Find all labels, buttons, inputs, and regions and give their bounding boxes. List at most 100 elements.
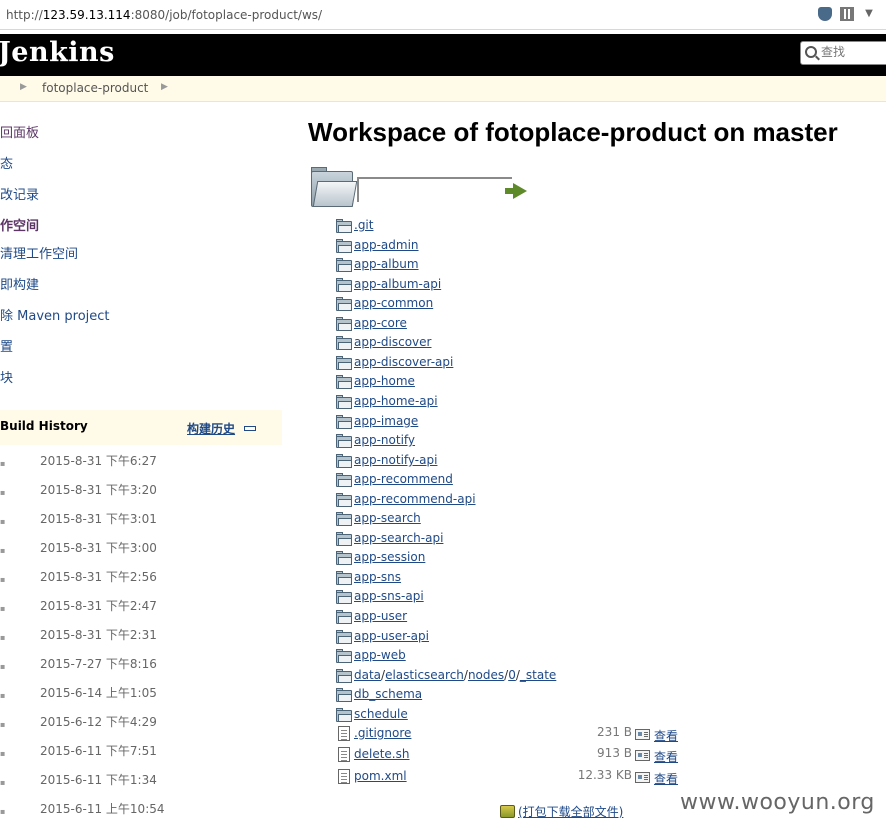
path-segment-link[interactable]: data [354,668,381,682]
build-date[interactable]: 2015-8-31 下午2:31 [40,626,157,643]
breadcrumb-arrow-icon[interactable]: ▶ [161,82,168,92]
build-history-row[interactable]: ▪ 2015-8-31 下午2:31 [0,624,282,644]
folder-link[interactable]: app-home-api [354,394,438,408]
breadcrumb-arrow-icon[interactable]: ▶ [20,82,27,92]
folder-link[interactable]: app-notify [354,433,415,447]
folder-icon [336,708,352,722]
sidebar-task[interactable]: 改记录 [0,184,39,204]
build-date[interactable]: 2015-8-31 下午6:27 [40,452,157,469]
folder-link[interactable]: app-user [354,609,407,623]
folder-link[interactable]: app-notify-api [354,453,437,467]
build-history-row[interactable]: ▪ 2015-6-11 下午1:34 [0,769,282,789]
build-status-icon: ▪ [0,604,6,613]
build-date[interactable]: 2015-6-12 下午4:29 [40,713,157,730]
view-file-link[interactable]: 查看 [654,727,678,744]
path-segment-link[interactable]: _state [520,668,556,682]
folder-link[interactable]: app-search [354,511,421,525]
folder-link[interactable]: .git [354,218,373,232]
folder-link[interactable]: app-user-api [354,629,429,643]
file-link[interactable]: pom.xml [354,769,407,783]
jenkins-logo[interactable]: Jenkins [0,37,115,68]
folder-link[interactable]: app-discover-api [354,355,453,369]
build-date[interactable]: 2015-8-31 下午2:56 [40,568,157,585]
search-input[interactable] [821,45,886,59]
build-date[interactable]: 2015-8-31 下午2:47 [40,597,157,614]
build-history-row[interactable]: ▪ 2015-8-31 下午3:00 [0,537,282,557]
build-history-row[interactable]: ▪ 2015-8-31 下午2:56 [0,566,282,586]
build-status-icon: ▪ [0,749,6,758]
path-segment-link[interactable]: nodes [468,668,504,682]
file-icon [338,747,350,762]
build-history-row[interactable]: ▪ 2015-8-31 下午2:47 [0,595,282,615]
view-file-link[interactable]: 查看 [654,748,678,765]
build-date[interactable]: 2015-8-31 下午3:20 [40,481,157,498]
folder-path: data/elasticsearch/nodes/0/_state [354,668,556,682]
folder-icon [336,375,352,389]
folder-link[interactable]: schedule [354,707,408,721]
go-arrow-icon[interactable] [505,183,527,199]
view-icon[interactable] [635,750,650,761]
path-segment-link[interactable]: elasticsearch [385,668,464,682]
folder-link[interactable]: app-recommend-api [354,492,476,506]
sidebar-task[interactable]: 态 [0,153,13,173]
breadcrumb-project[interactable]: fotoplace-product [42,81,148,95]
build-date[interactable]: 2015-6-11 下午7:51 [40,742,157,759]
build-trend-link[interactable]: 构建历史 [187,420,235,437]
folder-link[interactable]: app-session [354,550,425,564]
build-history-row[interactable]: ▪ 2015-8-31 下午3:20 [0,479,282,499]
build-history-row[interactable]: ▪ 2015-7-27 下午8:16 [0,653,282,673]
sidebar-task[interactable]: 即构建 [0,274,39,294]
sidebar-task[interactable]: 块 [0,367,13,387]
folder-link[interactable]: app-discover [354,335,431,349]
folder-link[interactable]: app-sns-api [354,589,424,603]
build-date[interactable]: 2015-6-11 下午1:34 [40,771,157,788]
sidebar-task[interactable]: 置 [0,336,13,356]
build-date[interactable]: 2015-8-31 下午3:01 [40,510,157,527]
folder-link[interactable]: app-admin [354,238,419,252]
build-date[interactable]: 2015-7-27 下午8:16 [40,655,157,672]
view-icon[interactable] [635,772,650,783]
folder-link[interactable]: app-search-api [354,531,443,545]
file-link[interactable]: delete.sh [354,747,409,761]
folder-icon [336,415,352,429]
build-history-row[interactable]: ▪ 2015-6-12 下午4:29 [0,711,282,731]
folder-link[interactable]: app-home [354,374,415,388]
build-date[interactable]: 2015-8-31 下午3:00 [40,539,157,556]
build-history-row[interactable]: ▪ 2015-6-11 下午7:51 [0,740,282,760]
sidebar-task[interactable]: 清理工作空间 [0,243,78,263]
build-date[interactable]: 2015-6-11 上午10:54 [40,800,165,817]
sidebar-task[interactable]: 除 Maven project [0,305,110,325]
build-status-icon: ▪ [0,575,6,584]
folder-link[interactable]: app-image [354,414,418,428]
folder-link[interactable]: app-sns [354,570,401,584]
chevron-down-icon[interactable]: ▼ [862,7,876,21]
path-segment-link[interactable]: 0 [508,668,516,682]
folder-link[interactable]: app-album [354,257,419,271]
folder-link[interactable]: app-album-api [354,277,441,291]
search-box[interactable] [800,41,886,65]
folder-link[interactable]: db_schema [354,687,422,701]
folder-link[interactable]: app-common [354,296,433,310]
folder-link[interactable]: app-recommend [354,472,453,486]
view-file-link[interactable]: 查看 [654,770,678,787]
folder-icon [336,297,352,311]
build-history-row[interactable]: ▪ 2015-6-14 上午1:05 [0,682,282,702]
build-history-row[interactable]: ▪ 2015-8-31 下午3:01 [0,508,282,528]
build-history-row[interactable]: ▪ 2015-8-31 下午6:27 [0,450,282,470]
download-all-link[interactable]: (打包下载全部文件) [518,803,623,820]
breadcrumb: ▶ fotoplace-product ▶ [0,76,886,102]
sidebar-task[interactable]: 回面板 [0,122,39,142]
url-text[interactable]: http://123.59.13.114:8080/job/fotoplace-… [6,8,322,22]
qr-code-icon[interactable] [840,7,854,21]
build-history-row[interactable]: ▪ 2015-6-11 上午10:54 [0,798,282,818]
build-status-icon: ▪ [0,691,6,700]
folder-link[interactable]: app-web [354,648,406,662]
build-date[interactable]: 2015-6-14 上午1:05 [40,684,157,701]
sidebar-task[interactable]: 作空间 [0,215,39,235]
view-icon[interactable] [635,729,650,740]
collapse-icon[interactable] [244,426,256,431]
address-bar[interactable]: http://123.59.13.114:8080/job/fotoplace-… [0,0,886,30]
file-link[interactable]: .gitignore [354,726,411,740]
folder-link[interactable]: app-core [354,316,407,330]
shield-icon[interactable] [818,7,832,21]
